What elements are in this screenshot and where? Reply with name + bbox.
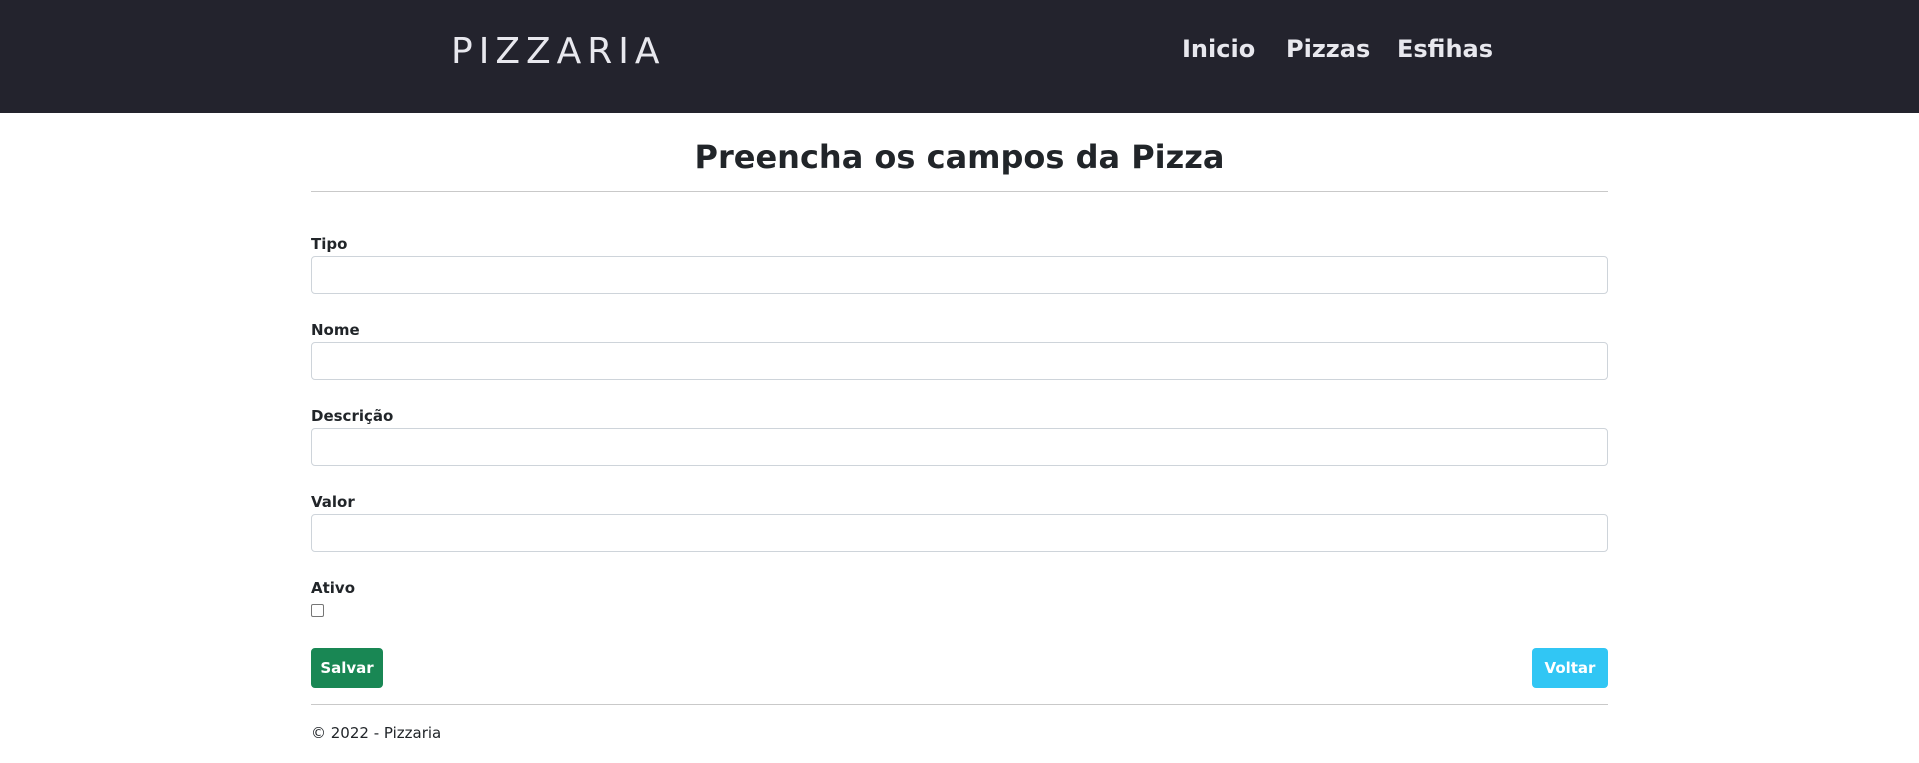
ativo-checkbox[interactable]: [311, 604, 324, 617]
footer-divider: [311, 704, 1608, 705]
title-divider: [311, 191, 1608, 192]
descricao-label: Descrição: [311, 407, 394, 425]
nav-link-inicio[interactable]: Inicio: [1182, 34, 1255, 64]
nav-link-esfihas[interactable]: Esfihas: [1397, 34, 1493, 64]
save-button[interactable]: Salvar: [311, 648, 383, 688]
tipo-input[interactable]: [311, 256, 1608, 294]
navbar: PIZZARIA Inicio Pizzas Esfihas: [0, 0, 1919, 113]
tipo-label: Tipo: [311, 235, 348, 253]
valor-label: Valor: [311, 493, 355, 511]
page-title: Preencha os campos da Pizza: [694, 138, 1225, 176]
nome-input[interactable]: [311, 342, 1608, 380]
brand-logo[interactable]: PIZZARIA: [451, 32, 666, 72]
descricao-input[interactable]: [311, 428, 1608, 466]
back-button[interactable]: Voltar: [1532, 648, 1608, 688]
nome-label: Nome: [311, 321, 360, 339]
footer-copyright: © 2022 - Pizzaria: [311, 724, 442, 742]
ativo-label: Ativo: [311, 579, 356, 597]
nav-link-pizzas[interactable]: Pizzas: [1286, 34, 1370, 64]
valor-input[interactable]: [311, 514, 1608, 552]
